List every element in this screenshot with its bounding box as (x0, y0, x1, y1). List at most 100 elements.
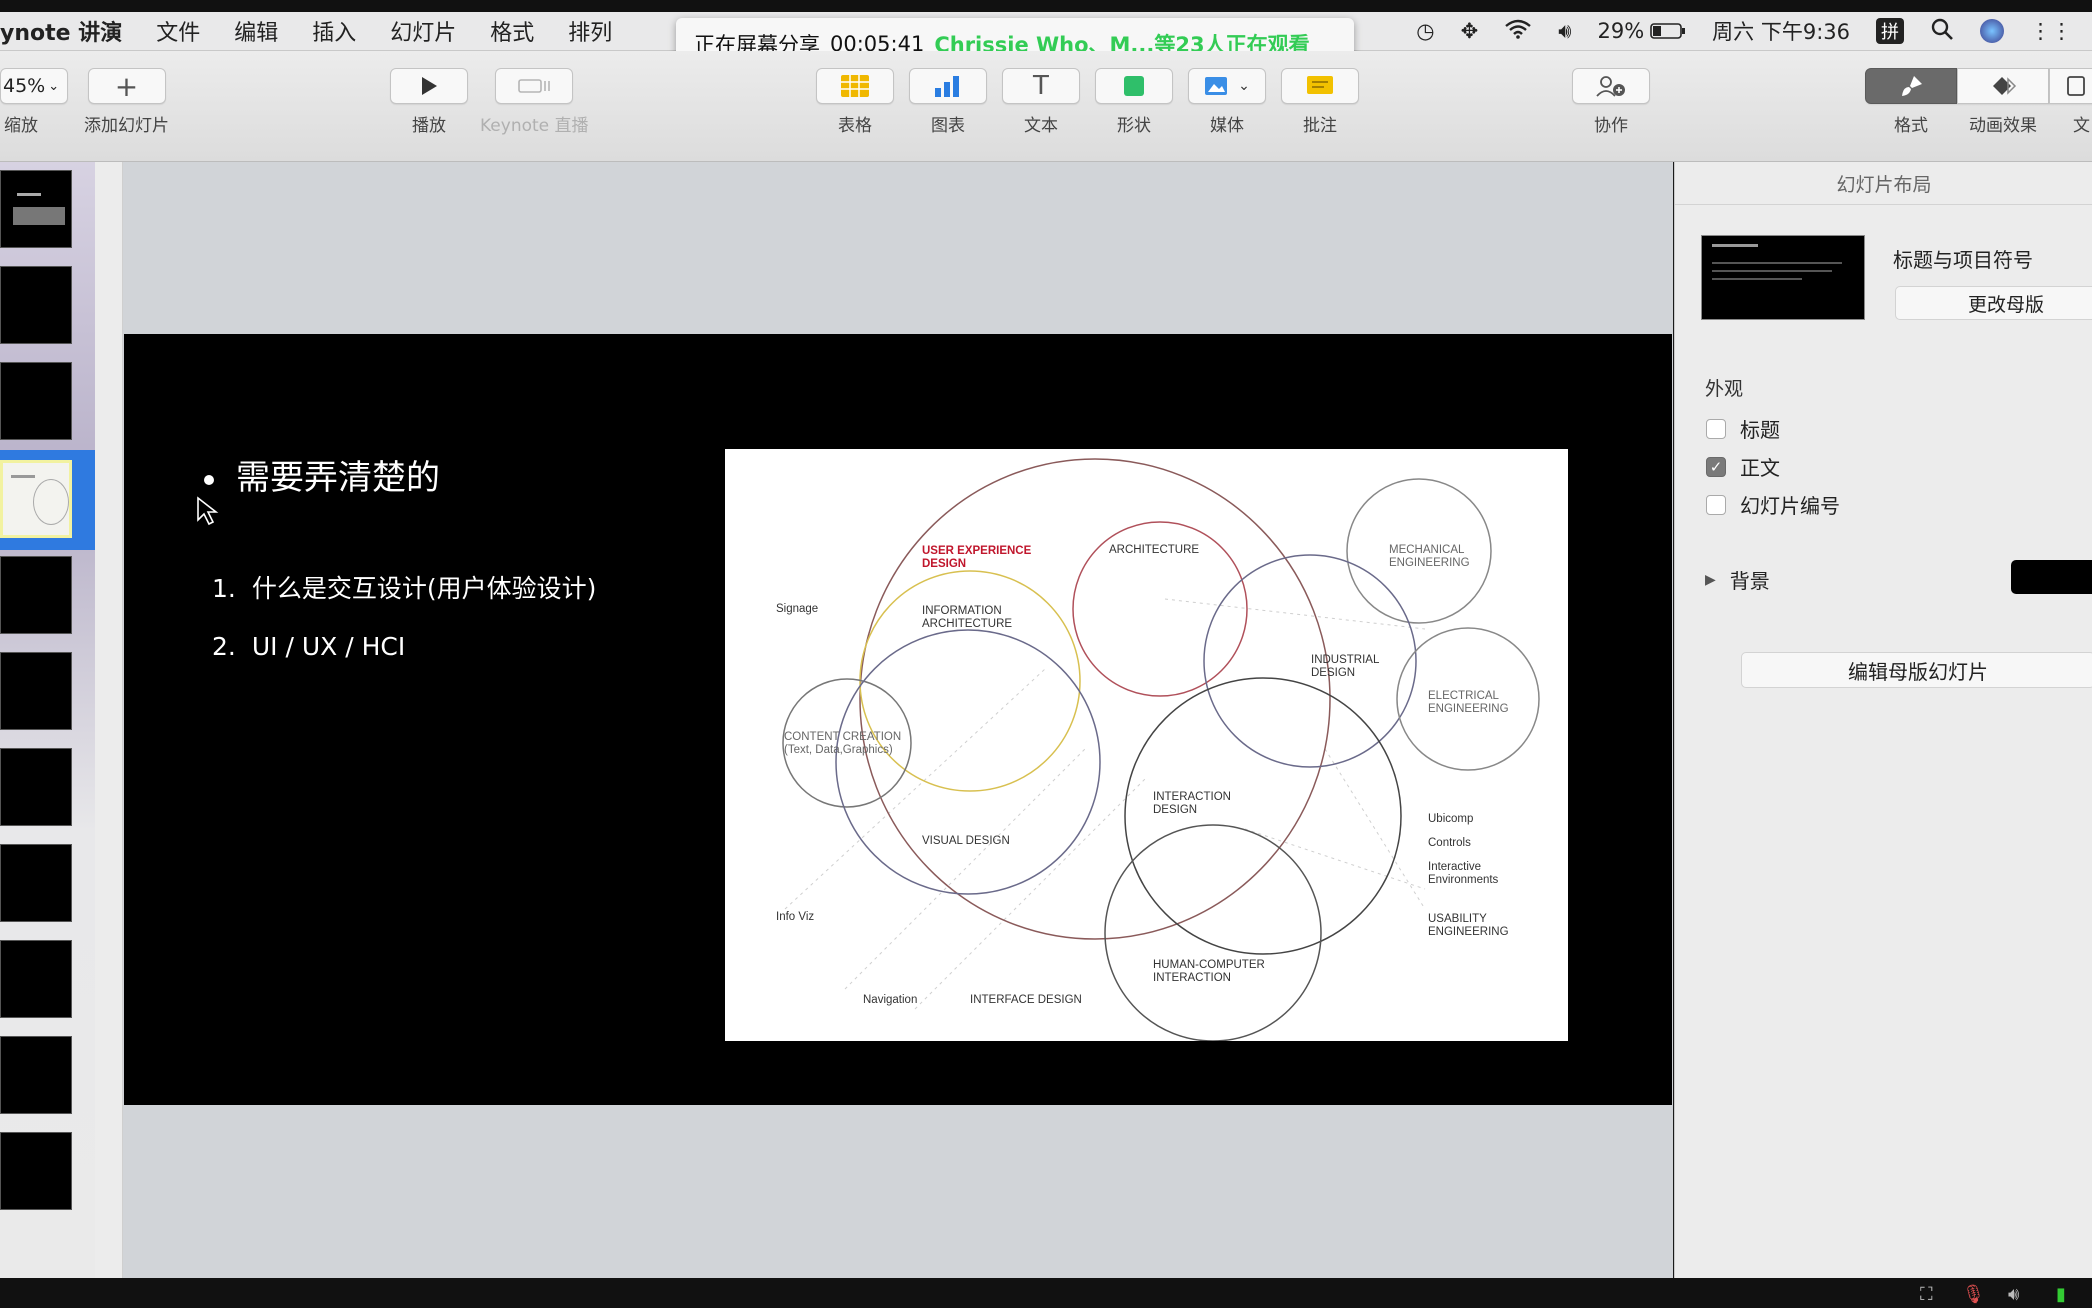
slide-thumbnail[interactable] (0, 748, 72, 826)
document-control[interactable]: 文 (2049, 68, 2092, 136)
app-menu[interactable]: ynote 讲演 (0, 15, 122, 47)
slide-list-item[interactable]: 1. 什么是交互设计(用户体验设计) (212, 569, 596, 605)
body-checkbox[interactable]: ✓ 正文 (1706, 452, 1780, 481)
fullscreen-icon[interactable]: ⛶ (1920, 1284, 1933, 1305)
table-label: 表格 (838, 116, 872, 136)
edit-master-button[interactable]: 编辑母版幻灯片 (1741, 652, 2092, 688)
menu-format[interactable]: 格式 (490, 15, 534, 47)
diagram-svg: USER EXPERIENCE DESIGN ARCHITECTURE MECH… (776, 458, 1540, 1042)
zoom-control[interactable]: 45% ⌄ 缩放 (0, 68, 68, 136)
background-disclosure[interactable]: ▶ 背景 (1705, 565, 1770, 594)
checkbox-box[interactable] (1706, 418, 1726, 439)
table-button[interactable] (816, 68, 894, 104)
zoom-select[interactable]: 45% ⌄ (0, 68, 68, 104)
diagram-label: USABILITY (1428, 913, 1487, 925)
time-machine-icon[interactable]: ◷ (1416, 19, 1434, 43)
datetime[interactable]: 周六 下午9:36 (1712, 16, 1850, 46)
media-control[interactable]: ⌄ 媒体 (1188, 68, 1266, 136)
menu-edit[interactable]: 编辑 (234, 15, 278, 47)
document-button[interactable] (2049, 68, 2092, 104)
table-control[interactable]: 表格 (816, 68, 894, 136)
slide-thumbnail-selected[interactable] (0, 460, 72, 538)
diagram-label: INTERACTION (1153, 791, 1231, 803)
checkbox-box-checked[interactable]: ✓ (1706, 456, 1726, 477)
slide-thumbnail[interactable] (0, 556, 72, 634)
format-button[interactable] (1865, 68, 1957, 104)
slide-thumbnail[interactable] (0, 266, 72, 344)
animate-control[interactable]: 动画效果 (1957, 68, 2049, 136)
control-center-icon[interactable]: ⋮⋮ (2030, 19, 2072, 43)
text-button[interactable]: T (1002, 68, 1080, 104)
play-button[interactable] (390, 68, 468, 104)
layout-name: 标题与项目符号 (1893, 248, 2033, 272)
search-icon[interactable] (1930, 17, 1954, 46)
diagram-label: HUMAN-COMPUTER (1153, 959, 1265, 971)
slide-thumbnail[interactable] (0, 940, 72, 1018)
shape-button[interactable] (1095, 68, 1173, 104)
keynote-live-control[interactable]: Keynote 直播 (480, 68, 589, 136)
slide-thumbnail[interactable] (0, 362, 72, 440)
slide-thumbnail[interactable] (0, 1036, 72, 1114)
speaker-icon[interactable]: 🔊︎ (2008, 1284, 2019, 1305)
slide-navigator[interactable] (0, 162, 123, 1278)
chart-button[interactable] (909, 68, 987, 104)
background-color-swatch[interactable] (2011, 560, 2092, 594)
slide-list-item[interactable]: 2. UI / UX / HCI (212, 632, 405, 661)
slide-thumbnail[interactable] (0, 170, 72, 248)
text-control[interactable]: T 文本 (1002, 68, 1080, 136)
chart-control[interactable]: 图表 (909, 68, 987, 136)
ux-disciplines-diagram[interactable]: USER EXPERIENCE DESIGN ARCHITECTURE MECH… (725, 449, 1568, 1042)
title-checkbox[interactable]: 标题 (1706, 414, 1780, 443)
checkbox-label: 幻灯片编号 (1740, 494, 1840, 518)
diagram-label: (Text, Data,Graphics) (784, 744, 893, 756)
list-text: UI / UX / HCI (251, 632, 406, 661)
diagram-label: Signage (776, 603, 818, 615)
layout-thumbnail[interactable] (1701, 235, 1865, 320)
wifi-icon[interactable] (1504, 19, 1532, 44)
format-control[interactable]: 格式 (1865, 68, 1957, 136)
move-icon[interactable]: ✥ (1461, 19, 1479, 43)
toolbar: 45% ⌄ 缩放 + 添加幻灯片 播放 Keynote 直播 表格 图表 T 文本 (0, 51, 2092, 162)
diagram-label: DESIGN (1311, 667, 1355, 679)
menu-insert[interactable]: 插入 (312, 15, 356, 47)
change-master-button[interactable]: 更改母版 (1895, 286, 2092, 320)
add-slide-label: 添加幻灯片 (84, 116, 169, 136)
slide-thumbnail[interactable] (0, 844, 72, 922)
input-method-icon[interactable]: 拼 (1876, 18, 1904, 44)
comment-button[interactable] (1281, 68, 1359, 104)
slide-bullet-text: 需要弄清楚的 (236, 458, 440, 498)
diagram-label: Info Viz (776, 911, 814, 923)
menu-slide[interactable]: 幻灯片 (390, 15, 456, 47)
collaborate-button[interactable] (1572, 68, 1650, 104)
siri-icon[interactable] (1980, 19, 2004, 43)
play-control[interactable]: 播放 (390, 68, 468, 136)
slide-thumbnail[interactable] (0, 1132, 72, 1210)
slide-number-checkbox[interactable]: 幻灯片编号 (1706, 490, 1840, 519)
keynote-live-button[interactable] (495, 68, 574, 104)
checkbox-box[interactable] (1706, 494, 1726, 515)
shape-control[interactable]: 形状 (1095, 68, 1173, 136)
diagram-label: DESIGN (922, 558, 966, 570)
media-label: 媒体 (1210, 116, 1244, 136)
menu-arrange[interactable]: 排列 (568, 15, 612, 47)
keynote-live-label: Keynote 直播 (480, 116, 589, 136)
slide-thumbnail[interactable] (0, 652, 72, 730)
bottom-strip: ⛶ 🎙︎ 🔊︎ ▮ (0, 1278, 2092, 1308)
text-label: 文本 (1024, 116, 1058, 136)
add-slide-button[interactable]: + (87, 68, 166, 104)
shape-icon (1124, 76, 1144, 96)
comment-control[interactable]: 批注 (1281, 68, 1359, 136)
media-button[interactable]: ⌄ (1188, 68, 1266, 104)
diagram-label: INFORMATION (922, 605, 1002, 617)
slide-bullet[interactable]: 需要弄清楚的 (204, 450, 440, 499)
volume-icon[interactable]: 🔊︎ (1558, 19, 1571, 44)
menu-file[interactable]: 文件 (156, 15, 200, 47)
collaborate-control[interactable]: 协作 (1572, 68, 1650, 136)
mic-muted-icon[interactable]: 🎙︎ (1962, 1284, 1985, 1305)
diagram-label: USER EXPERIENCE (922, 545, 1032, 557)
checkbox-label: 标题 (1740, 418, 1780, 442)
media-icon (1205, 77, 1228, 95)
add-slide-control[interactable]: + 添加幻灯片 (84, 68, 169, 136)
battery-status[interactable]: 29% (1597, 19, 1686, 43)
animate-button[interactable] (1957, 68, 2049, 104)
